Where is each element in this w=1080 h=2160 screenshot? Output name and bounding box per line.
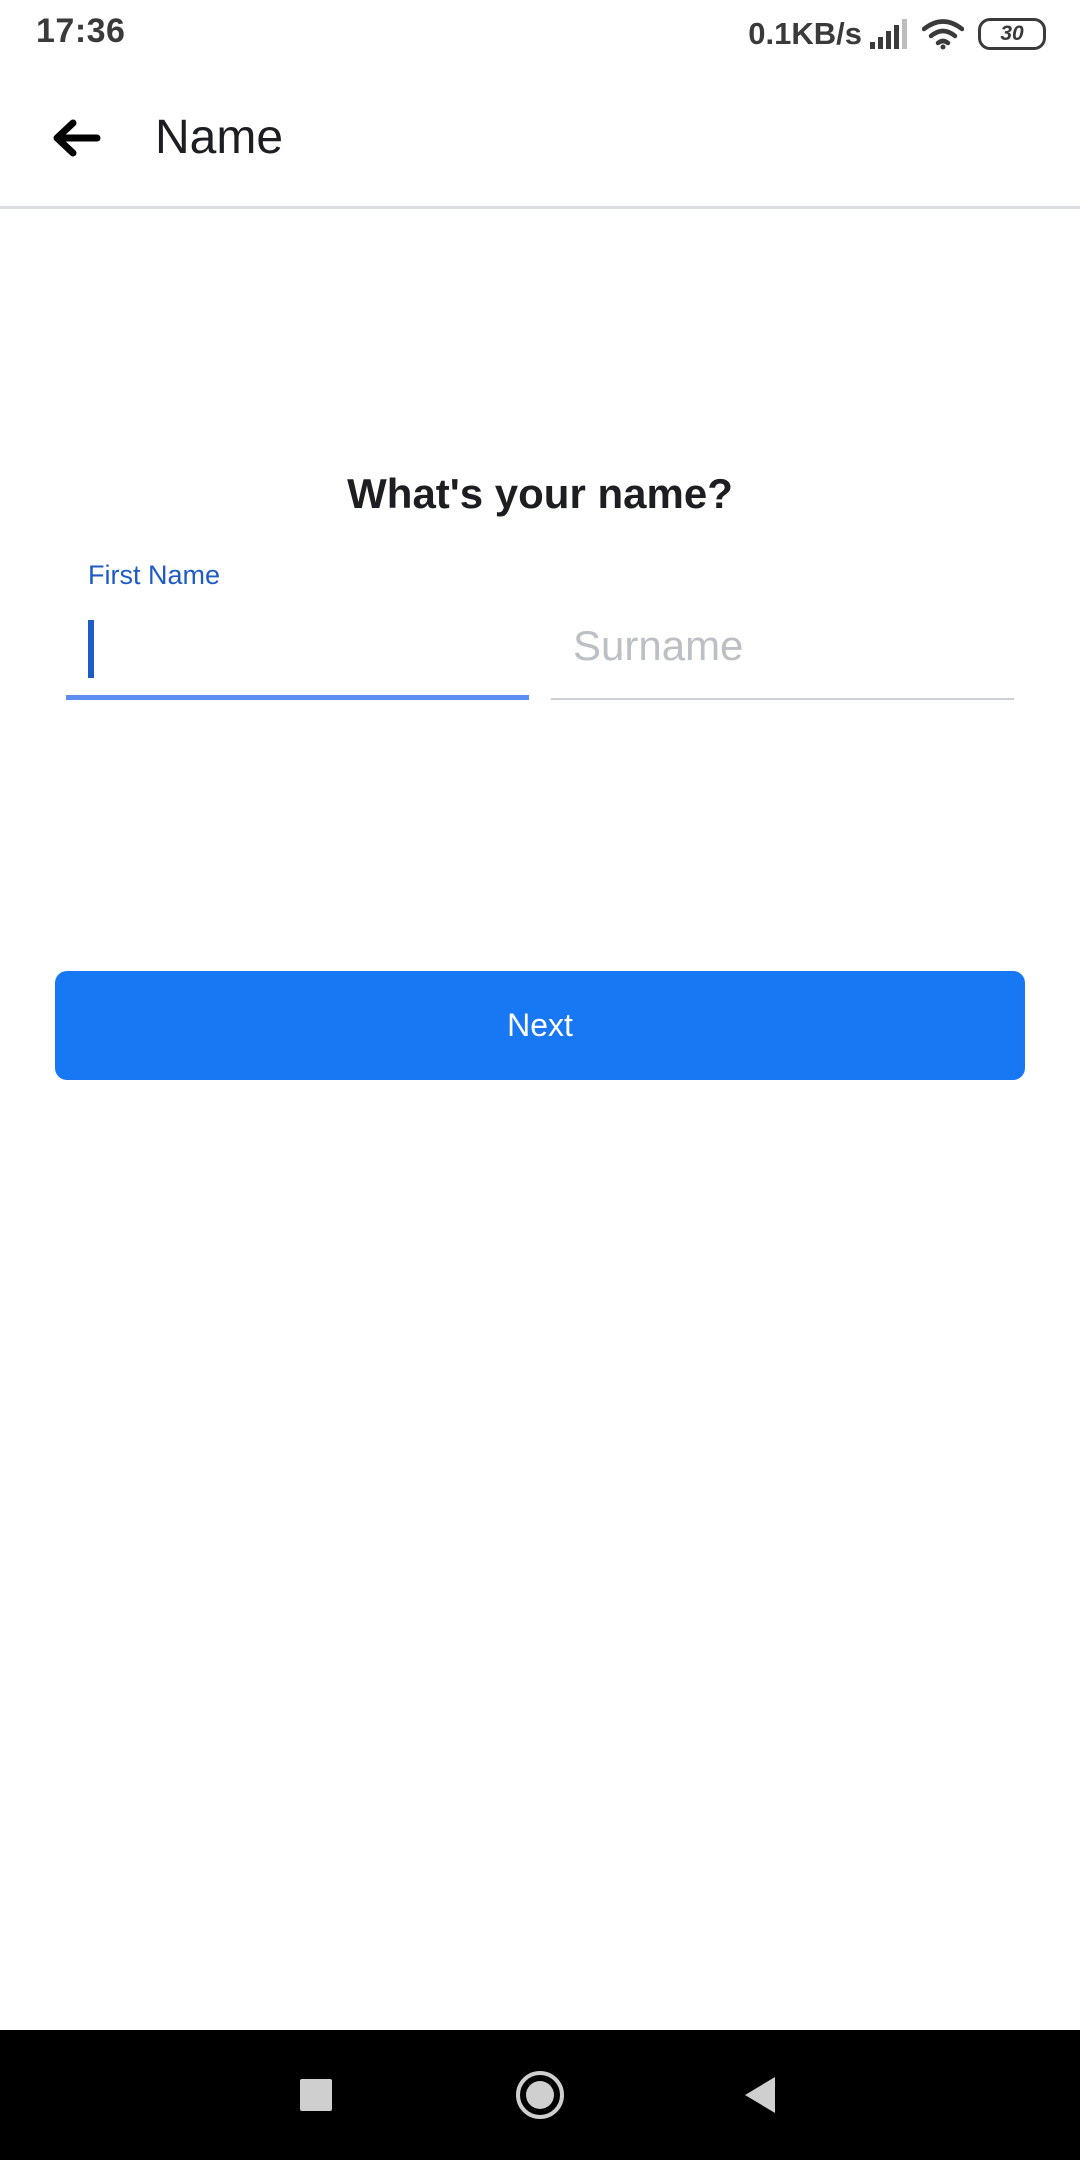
next-button[interactable]: Next xyxy=(55,971,1025,1080)
back-arrow-icon xyxy=(53,119,101,157)
first-name-underline xyxy=(66,695,529,700)
text-cursor xyxy=(88,620,94,678)
network-speed: 0.1KB/s xyxy=(748,16,862,51)
system-navigation-bar xyxy=(0,2030,1080,2160)
home-button[interactable] xyxy=(480,2030,600,2160)
surname-placeholder: Surname xyxy=(573,622,744,669)
name-question-heading: What's your name? xyxy=(347,470,733,517)
status-time: 17:36 xyxy=(36,12,126,50)
surname-input[interactable]: Surname xyxy=(551,612,1014,700)
recents-button[interactable] xyxy=(256,2030,376,2160)
recents-square-icon xyxy=(300,2079,332,2111)
first-name-label: First Name xyxy=(88,560,221,590)
app-bar: Name xyxy=(0,68,1080,209)
back-triangle-icon xyxy=(745,2077,775,2113)
next-button-label: Next xyxy=(507,1007,573,1043)
back-button[interactable] xyxy=(36,104,116,172)
surname-underline xyxy=(551,698,1014,700)
signal-icon xyxy=(868,18,908,50)
home-circle-icon xyxy=(516,2071,564,2119)
page-title: Name xyxy=(155,111,284,164)
first-name-input[interactable] xyxy=(66,612,529,700)
status-bar: 17:36 0.1KB/s 30 xyxy=(0,0,1080,68)
status-indicators: 0.1KB/s 30 xyxy=(748,12,1046,56)
battery-icon: 30 xyxy=(978,18,1046,50)
battery-level: 30 xyxy=(1000,22,1024,45)
wifi-icon xyxy=(922,18,964,50)
system-back-button[interactable] xyxy=(700,2030,820,2160)
first-name-field[interactable]: First Name xyxy=(66,560,529,705)
